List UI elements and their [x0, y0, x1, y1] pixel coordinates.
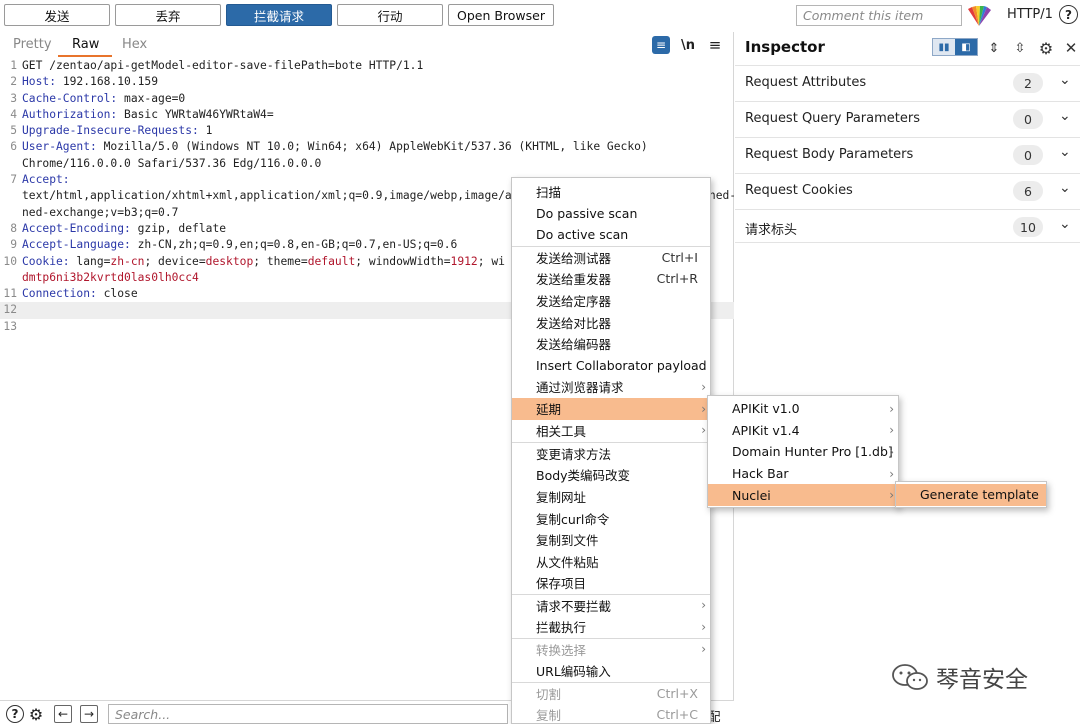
menu-item-copy-curl[interactable]: 复制curl命令: [512, 507, 710, 529]
search-input[interactable]: Search...: [108, 704, 508, 724]
chevron-down-icon[interactable]: ⌄: [1059, 180, 1071, 196]
close-icon[interactable]: ✕: [1061, 38, 1080, 58]
menu-item-request-in-browser[interactable]: 通过浏览器请求 ›: [512, 376, 710, 398]
protocol-label[interactable]: HTTP/1: [1007, 7, 1053, 22]
menu-item-paste-from-file[interactable]: 从文件粘贴: [512, 551, 710, 573]
menu-item-copy: 复制 Ctrl+C: [536, 707, 698, 724]
top-toolbar: 发送 丢弃 拦截请求 行动 Open Browser Comment this …: [0, 0, 1080, 32]
section-label: Request Query Parameters: [745, 111, 920, 126]
code-line: 2 Host: 192.168.10.159: [10, 75, 159, 89]
section-request-attributes[interactable]: Request Attributes 2 ⌄: [735, 65, 1080, 99]
collapse-all-icon[interactable]: ⇳: [1010, 38, 1030, 58]
active-tab-indicator: [58, 55, 112, 57]
back-arrow-icon[interactable]: ←: [54, 705, 72, 723]
inspector-panel: Inspector ▮▮ ◧ ⇕ ⇳ ⚙ ✕ Request Attribute…: [735, 32, 1080, 724]
section-count: 10: [1013, 217, 1043, 237]
editor-tabs: Pretty Raw Hex ≡ \n ≡: [0, 32, 734, 58]
help-icon[interactable]: ?: [1059, 5, 1078, 24]
section-cookies[interactable]: Request Cookies 6 ⌄: [735, 173, 1080, 207]
menu-item-engagement-tools[interactable]: 相关工具 ›: [512, 420, 710, 442]
submenu-item-domain-hunter[interactable]: Domain Hunter Pro [1.db] ›: [708, 441, 898, 463]
menu-item-send-comparer[interactable]: 发送给对比器: [512, 311, 710, 333]
menu-item-url-encode[interactable]: URL编码输入: [512, 660, 710, 682]
section-body-parameters[interactable]: Request Body Parameters 0 ⌄: [735, 137, 1080, 171]
menu-item-extensions[interactable]: 延期 ›: [512, 398, 710, 420]
submenu-item-apikit-v14[interactable]: APIKit v1.4 ›: [708, 420, 898, 442]
menu-item-copy-url[interactable]: 复制网址: [512, 486, 710, 508]
inspector-title: Inspector: [745, 38, 825, 56]
comment-input[interactable]: Comment this item: [796, 5, 962, 26]
chevron-down-icon[interactable]: ⌄: [1059, 108, 1071, 124]
menu-item-send-sequencer[interactable]: 发送给定序器: [512, 290, 710, 312]
menu-item-save-item[interactable]: 保存项目: [512, 572, 710, 594]
menu-item-change-method[interactable]: 变更请求方法: [512, 443, 710, 465]
submenu-item-nuclei[interactable]: Nuclei ›: [708, 484, 898, 506]
settings-icon[interactable]: ⚙: [27, 705, 45, 724]
menu-item-cut: 切割 Ctrl+X: [536, 685, 698, 702]
code-line: 6 User-Agent: Mozilla/5.0 (Windows NT 10.…: [10, 140, 648, 154]
code-line: 5 Upgrade-Insecure-Requests: 1: [10, 124, 213, 138]
wechat-icon: [892, 664, 928, 690]
section-count: 2: [1013, 73, 1043, 93]
forward-arrow-icon[interactable]: →: [80, 705, 98, 723]
send-button[interactable]: 发送: [4, 4, 110, 26]
layout-list-icon[interactable]: ▮▮: [933, 39, 955, 55]
help-icon[interactable]: ?: [6, 705, 24, 723]
action-button[interactable]: 行动: [337, 4, 443, 26]
code-line: 4 Authorization: Basic YWRtaW46YWRtaW4=: [10, 107, 274, 121]
code-line: 1 GET /zentao/api-getModel-editor-save-fi…: [10, 59, 424, 72]
layout-toggle[interactable]: ▮▮ ◧: [932, 38, 978, 56]
context-menu: 扫描 Do passive scan Do active scan 发送给测试器…: [511, 177, 711, 724]
menu-item-send-repeater[interactable]: 发送给重发器 Ctrl+R: [512, 268, 710, 290]
menu-item-convert-selection: 转换选择 ›: [536, 642, 706, 658]
menu-icon[interactable]: ≡: [706, 36, 724, 54]
extensions-submenu: APIKit v1.0 › APIKit v1.4 › Domain Hunter …: [707, 395, 899, 508]
submenu-item-generate-template[interactable]: Generate template: [896, 484, 1046, 506]
section-label: Request Body Parameters: [745, 147, 914, 162]
highlight-color-icon[interactable]: [966, 4, 992, 28]
menu-item-send-intruder[interactable]: 发送给测试器 Ctrl+I: [512, 247, 710, 269]
menu-item-change-body-encoding[interactable]: Body类编码改变: [512, 464, 710, 486]
section-count: 0: [1013, 109, 1043, 129]
menu-item-send-decoder[interactable]: 发送给编码器: [512, 333, 710, 355]
section-query-parameters[interactable]: Request Query Parameters 0 ⌄: [735, 101, 1080, 135]
menu-item-copy-to-file[interactable]: 复制到文件: [512, 529, 710, 551]
gear-icon[interactable]: ⚙: [1036, 38, 1056, 58]
section-count: 6: [1013, 181, 1043, 201]
code-line: 3 Cache-Control: max-age=0: [10, 91, 186, 105]
chevron-down-icon[interactable]: ⌄: [1059, 72, 1071, 88]
section-label: Request Attributes: [745, 75, 867, 90]
menu-item-collaborator[interactable]: Insert Collaborator payload: [512, 355, 710, 377]
section-headers[interactable]: 请求标头 10 ⌄: [735, 209, 1080, 243]
section-label: Request Cookies: [745, 183, 853, 198]
watermark: 琴音安全: [890, 660, 1028, 694]
menu-item-do-intercept[interactable]: 拦截执行 ›: [512, 616, 710, 638]
menu-item-passive-scan[interactable]: Do passive scan: [512, 203, 710, 225]
drop-button[interactable]: 丢弃: [115, 4, 221, 26]
submenu-item-apikit-v10[interactable]: APIKit v1.0 ›: [708, 398, 898, 420]
chevron-down-icon[interactable]: ⌄: [1059, 144, 1071, 160]
section-count: 0: [1013, 145, 1043, 165]
tab-pretty[interactable]: Pretty: [13, 37, 52, 52]
code-line: Chrome/116.0.0.0 Safari/537.36 Edg/116.0…: [22, 156, 322, 170]
menu-item-scan[interactable]: 扫描: [512, 181, 710, 203]
newline-icon[interactable]: \n: [679, 36, 697, 54]
chevron-down-icon[interactable]: ⌄: [1059, 216, 1071, 232]
expand-all-icon[interactable]: ⇕: [984, 38, 1004, 58]
watermark-text: 琴音安全: [936, 667, 1028, 693]
tab-raw[interactable]: Raw: [72, 37, 99, 52]
menu-item-dont-intercept[interactable]: 请求不要拦截 ›: [512, 595, 710, 617]
intercept-button[interactable]: 拦截请求: [226, 4, 332, 26]
menu-item-active-scan[interactable]: Do active scan: [512, 224, 710, 246]
submenu-item-hack-bar[interactable]: Hack Bar ›: [708, 463, 898, 485]
nuclei-submenu: Generate template: [895, 481, 1047, 508]
tab-hex[interactable]: Hex: [122, 37, 147, 52]
open-browser-button[interactable]: Open Browser: [448, 4, 554, 26]
section-label: 请求标头: [745, 223, 798, 238]
wrap-lines-icon[interactable]: ≡: [652, 36, 670, 54]
layout-split-icon[interactable]: ◧: [955, 39, 977, 55]
